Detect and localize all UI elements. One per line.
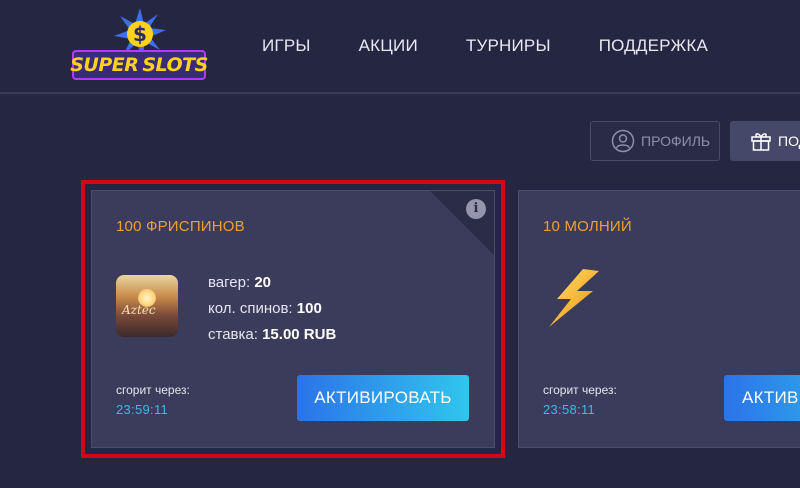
activate-button[interactable]: АКТИВ bbox=[724, 375, 800, 421]
nav-games[interactable]: ИГРЫ bbox=[262, 36, 311, 56]
profile-button[interactable]: ПРОФИЛЬ bbox=[590, 121, 720, 161]
bonus-title: 10 МОЛНИЙ bbox=[543, 218, 632, 235]
gifts-button[interactable]: ПОД bbox=[730, 121, 800, 161]
nav-support[interactable]: ПОДДЕРЖКА bbox=[599, 36, 708, 56]
selection-highlight bbox=[81, 180, 505, 458]
expire-label: сгорит через: bbox=[543, 383, 617, 397]
svg-text:$: $ bbox=[133, 22, 147, 46]
nav-tournaments[interactable]: ТУРНИРЫ bbox=[466, 36, 551, 56]
expire-timer: 23:58:11 bbox=[543, 402, 596, 417]
nav-promotions[interactable]: АКЦИИ bbox=[359, 36, 418, 56]
site-header: $ SUPER SLOTS ИГРЫ АКЦИИ ТУРНИРЫ ПОДДЕРЖК… bbox=[0, 0, 800, 94]
site-logo[interactable]: $ SUPER SLOTS bbox=[70, 8, 208, 80]
profile-button-label: ПРОФИЛЬ bbox=[641, 133, 711, 149]
logo-badge: SUPER SLOTS bbox=[70, 50, 208, 80]
bonus-card-lightning: 10 МОЛНИЙ сгорит через: 23:58:11 АКТИВ bbox=[518, 190, 800, 448]
logo-text: SUPER SLOTS bbox=[70, 54, 208, 76]
main-nav: ИГРЫ АКЦИИ ТУРНИРЫ ПОДДЕРЖКА bbox=[262, 36, 756, 56]
logo-word-super: SUPER bbox=[70, 54, 139, 76]
gifts-button-label: ПОД bbox=[778, 133, 800, 149]
gift-icon bbox=[751, 133, 771, 151]
user-icon bbox=[611, 129, 635, 153]
logo-word-slots: SLOTS bbox=[142, 54, 208, 76]
lightning-icon bbox=[549, 269, 599, 327]
